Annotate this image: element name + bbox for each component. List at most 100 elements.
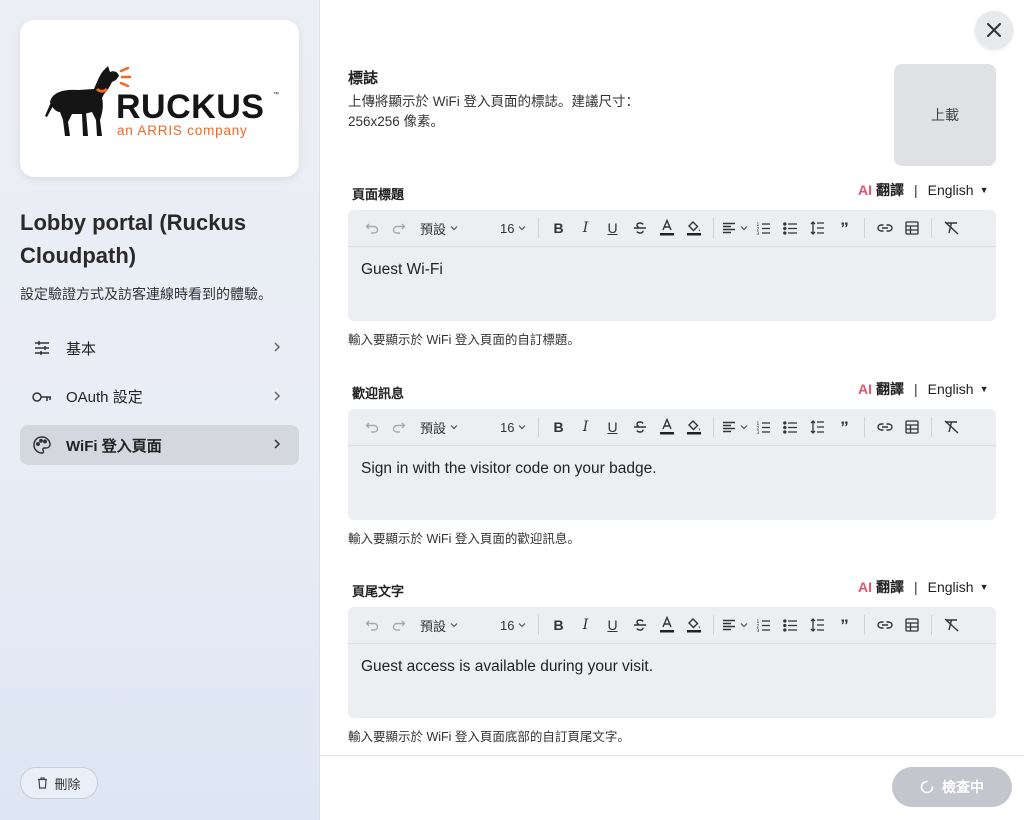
style-select[interactable]: 預設 <box>420 219 482 238</box>
toolbar-divider <box>713 417 714 437</box>
underline-icon[interactable]: U <box>599 216 626 240</box>
bullet-list-icon[interactable] <box>777 415 804 439</box>
logo-tagline: an ARRIS company <box>117 123 248 138</box>
field-label: 歡迎訊息 <box>352 386 405 401</box>
language-select[interactable]: English <box>928 381 974 397</box>
italic-icon[interactable]: I <box>572 613 599 637</box>
highlight-color-icon[interactable] <box>680 216 707 240</box>
line-height-icon[interactable] <box>804 415 831 439</box>
undo-icon[interactable] <box>358 415 385 439</box>
font-color-icon[interactable] <box>653 216 680 240</box>
logo-section-title: 標誌 <box>348 70 379 87</box>
highlight-color-icon[interactable] <box>680 415 707 439</box>
link-icon[interactable] <box>871 415 898 439</box>
undo-icon[interactable] <box>358 613 385 637</box>
delete-button[interactable]: 刪除 <box>20 767 98 799</box>
language-select[interactable]: English <box>928 579 974 595</box>
align-icon[interactable] <box>720 415 750 439</box>
brand-logo-card: RUCKUS ™ an ARRIS company <box>20 20 299 177</box>
sidebar: RUCKUS ™ an ARRIS company Lobby portal (… <box>0 0 320 820</box>
font-size-select[interactable]: 16 <box>500 420 532 435</box>
toolbar-divider <box>864 417 865 437</box>
portal-title: Lobby portal (Ruckus Cloudpath) <box>20 210 247 268</box>
chevron-right-icon <box>267 340 287 356</box>
redo-icon[interactable] <box>385 216 412 240</box>
line-height-icon[interactable] <box>804 216 831 240</box>
sidebar-item-label: 基本 <box>66 340 97 358</box>
bullet-list-icon[interactable] <box>777 216 804 240</box>
editor-content[interactable]: Sign in with the visitor code on your ba… <box>348 446 996 492</box>
field-helper-text: 輸入要顯示於 WiFi 登入頁面底部的自訂頁尾文字。 <box>348 730 630 744</box>
italic-icon[interactable]: I <box>572 216 599 240</box>
toolbar-divider <box>538 218 539 238</box>
editor-content[interactable]: Guest access is available during your vi… <box>348 644 996 690</box>
strikethrough-icon[interactable] <box>626 415 653 439</box>
strikethrough-icon[interactable] <box>626 613 653 637</box>
strikethrough-icon[interactable] <box>626 216 653 240</box>
font-size-select[interactable]: 16 <box>500 618 532 633</box>
font-color-icon[interactable] <box>653 415 680 439</box>
rich-text-editor: 預設 16 B I U 1 2 3 ” Guest access is available dur… <box>348 607 996 718</box>
sidebar-item-basic[interactable]: 基本 <box>20 328 299 368</box>
translate-separator: | <box>914 182 918 198</box>
clear-format-icon[interactable] <box>938 613 965 637</box>
translate-label: 翻譯 <box>876 579 904 595</box>
highlight-color-icon[interactable] <box>680 613 707 637</box>
underline-icon[interactable]: U <box>599 415 626 439</box>
clear-format-icon[interactable] <box>938 216 965 240</box>
quote-icon[interactable]: ” <box>831 613 858 637</box>
bullet-list-icon[interactable] <box>777 613 804 637</box>
caret-down-icon: ▼ <box>979 384 989 394</box>
upload-logo-button[interactable]: 上載 <box>894 64 996 166</box>
sidebar-item-wifi-login-page[interactable]: WiFi 登入頁面 <box>20 425 299 465</box>
ordered-list-icon[interactable]: 123 <box>750 613 777 637</box>
svg-text:3: 3 <box>757 231 760 235</box>
style-select[interactable]: 預設 <box>420 616 482 635</box>
checking-label: 檢查中 <box>942 779 984 795</box>
undo-icon[interactable] <box>358 216 385 240</box>
sidebar-item-oauth[interactable]: OAuth 設定 <box>20 377 299 417</box>
table-icon[interactable] <box>898 216 925 240</box>
redo-icon[interactable] <box>385 613 412 637</box>
table-icon[interactable] <box>898 415 925 439</box>
translate-control[interactable]: AI 翻譯 | English ▼ <box>858 577 988 597</box>
bold-icon[interactable]: B <box>545 216 572 240</box>
toolbar-divider <box>538 615 539 635</box>
redo-icon[interactable] <box>385 415 412 439</box>
align-icon[interactable] <box>720 613 750 637</box>
toolbar-divider <box>864 218 865 238</box>
bold-icon[interactable]: B <box>545 613 572 637</box>
quote-icon[interactable]: ” <box>831 216 858 240</box>
field-label: 頁面標題 <box>352 187 405 202</box>
link-icon[interactable] <box>871 613 898 637</box>
translate-control[interactable]: AI 翻譯 | English ▼ <box>858 379 988 399</box>
underline-icon[interactable]: U <box>599 613 626 637</box>
italic-icon[interactable]: I <box>572 415 599 439</box>
key-icon <box>32 387 52 407</box>
ordered-list-icon[interactable]: 123 <box>750 415 777 439</box>
font-color-icon[interactable] <box>653 613 680 637</box>
style-select-value: 預設 <box>420 420 447 436</box>
quote-icon[interactable]: ” <box>831 415 858 439</box>
close-button[interactable] <box>975 11 1013 49</box>
checking-button[interactable]: 檢查中 <box>892 767 1012 807</box>
sidebar-item-label: OAuth 設定 <box>66 389 143 406</box>
align-icon[interactable] <box>720 216 750 240</box>
caret-down-icon: ▼ <box>979 185 989 195</box>
svg-text:3: 3 <box>757 628 760 632</box>
translate-control[interactable]: AI 翻譯 | English ▼ <box>858 180 988 200</box>
line-height-icon[interactable] <box>804 613 831 637</box>
table-icon[interactable] <box>898 613 925 637</box>
language-select[interactable]: English <box>928 182 974 198</box>
bold-icon[interactable]: B <box>545 415 572 439</box>
toolbar-divider <box>713 615 714 635</box>
font-size-select[interactable]: 16 <box>500 221 532 236</box>
style-select[interactable]: 預設 <box>420 418 482 437</box>
translate-separator: | <box>914 381 918 397</box>
editor-content[interactable]: Guest Wi-Fi <box>348 247 996 293</box>
clear-format-icon[interactable] <box>938 415 965 439</box>
link-icon[interactable] <box>871 216 898 240</box>
palette-icon <box>32 435 52 455</box>
ordered-list-icon[interactable]: 123 <box>750 216 777 240</box>
svg-text:™: ™ <box>273 91 279 98</box>
